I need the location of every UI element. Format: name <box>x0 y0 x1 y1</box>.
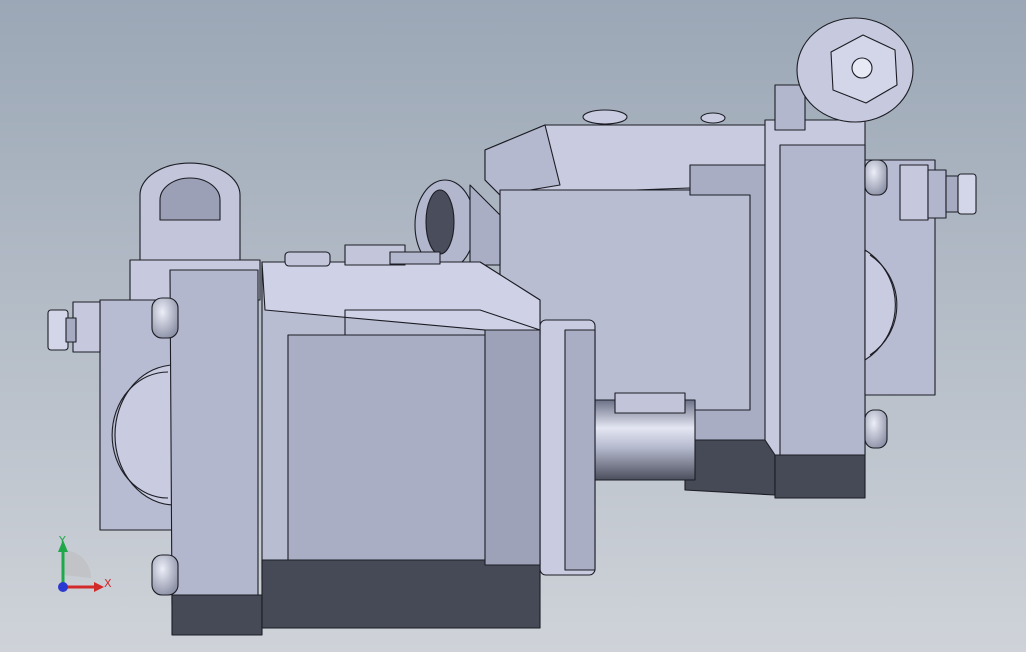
graphics-viewport[interactable]: Y X <box>0 0 1026 652</box>
x-axis-label: X <box>104 577 112 590</box>
y-axis-label: Y <box>58 534 66 547</box>
model-scene: Y X <box>0 0 1026 652</box>
